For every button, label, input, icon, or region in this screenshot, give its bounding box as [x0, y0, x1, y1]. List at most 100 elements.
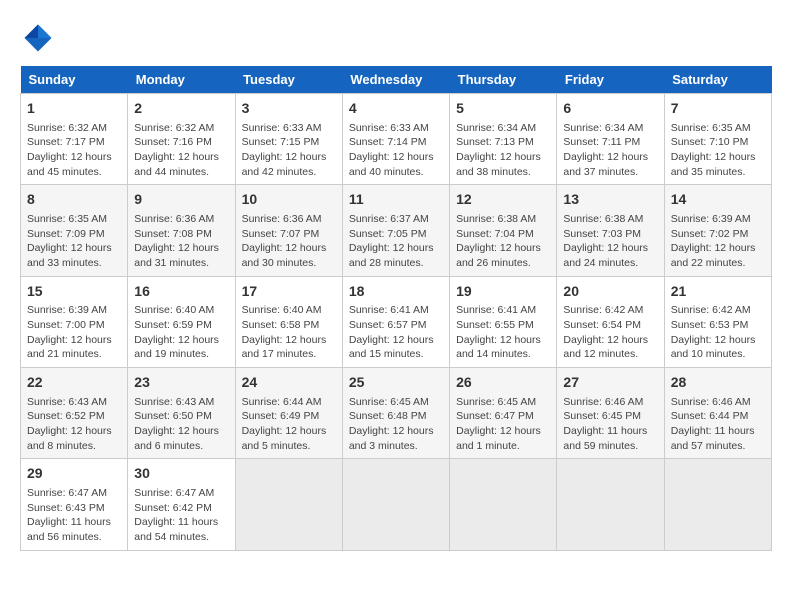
calendar-day: 16Sunrise: 6:40 AMSunset: 6:59 PMDayligh…	[128, 276, 235, 367]
day-info: Sunrise: 6:36 AMSunset: 7:07 PMDaylight:…	[242, 212, 336, 271]
header-monday: Monday	[128, 66, 235, 94]
day-info: Sunrise: 6:43 AMSunset: 6:52 PMDaylight:…	[27, 395, 121, 454]
day-number: 18	[349, 282, 443, 302]
day-info: Sunrise: 6:40 AMSunset: 6:58 PMDaylight:…	[242, 303, 336, 362]
day-info: Sunrise: 6:45 AMSunset: 6:48 PMDaylight:…	[349, 395, 443, 454]
day-number: 11	[349, 190, 443, 210]
header-saturday: Saturday	[664, 66, 771, 94]
day-info: Sunrise: 6:45 AMSunset: 6:47 PMDaylight:…	[456, 395, 550, 454]
day-number: 24	[242, 373, 336, 393]
calendar-day: 4Sunrise: 6:33 AMSunset: 7:14 PMDaylight…	[342, 94, 449, 185]
day-number: 1	[27, 99, 121, 119]
calendar-day: 11Sunrise: 6:37 AMSunset: 7:05 PMDayligh…	[342, 185, 449, 276]
day-info: Sunrise: 6:42 AMSunset: 6:53 PMDaylight:…	[671, 303, 765, 362]
calendar-week-2: 8Sunrise: 6:35 AMSunset: 7:09 PMDaylight…	[21, 185, 772, 276]
calendar-day: 18Sunrise: 6:41 AMSunset: 6:57 PMDayligh…	[342, 276, 449, 367]
day-info: Sunrise: 6:47 AMSunset: 6:42 PMDaylight:…	[134, 486, 228, 545]
day-number: 2	[134, 99, 228, 119]
day-info: Sunrise: 6:43 AMSunset: 6:50 PMDaylight:…	[134, 395, 228, 454]
day-number: 5	[456, 99, 550, 119]
calendar-day	[557, 459, 664, 550]
header-wednesday: Wednesday	[342, 66, 449, 94]
calendar-day: 8Sunrise: 6:35 AMSunset: 7:09 PMDaylight…	[21, 185, 128, 276]
day-number: 20	[563, 282, 657, 302]
day-info: Sunrise: 6:39 AMSunset: 7:02 PMDaylight:…	[671, 212, 765, 271]
day-number: 13	[563, 190, 657, 210]
day-info: Sunrise: 6:36 AMSunset: 7:08 PMDaylight:…	[134, 212, 228, 271]
day-info: Sunrise: 6:38 AMSunset: 7:03 PMDaylight:…	[563, 212, 657, 271]
calendar-header-row: SundayMondayTuesdayWednesdayThursdayFrid…	[21, 66, 772, 94]
header-friday: Friday	[557, 66, 664, 94]
calendar-day: 13Sunrise: 6:38 AMSunset: 7:03 PMDayligh…	[557, 185, 664, 276]
day-info: Sunrise: 6:39 AMSunset: 7:00 PMDaylight:…	[27, 303, 121, 362]
calendar-day	[664, 459, 771, 550]
day-number: 27	[563, 373, 657, 393]
day-number: 8	[27, 190, 121, 210]
calendar-day	[235, 459, 342, 550]
calendar-day	[450, 459, 557, 550]
calendar-day: 22Sunrise: 6:43 AMSunset: 6:52 PMDayligh…	[21, 368, 128, 459]
day-info: Sunrise: 6:44 AMSunset: 6:49 PMDaylight:…	[242, 395, 336, 454]
day-number: 9	[134, 190, 228, 210]
calendar-week-4: 22Sunrise: 6:43 AMSunset: 6:52 PMDayligh…	[21, 368, 772, 459]
calendar-day: 12Sunrise: 6:38 AMSunset: 7:04 PMDayligh…	[450, 185, 557, 276]
day-number: 28	[671, 373, 765, 393]
day-number: 7	[671, 99, 765, 119]
calendar-day: 29Sunrise: 6:47 AMSunset: 6:43 PMDayligh…	[21, 459, 128, 550]
header-tuesday: Tuesday	[235, 66, 342, 94]
day-info: Sunrise: 6:41 AMSunset: 6:55 PMDaylight:…	[456, 303, 550, 362]
day-number: 3	[242, 99, 336, 119]
calendar-day: 25Sunrise: 6:45 AMSunset: 6:48 PMDayligh…	[342, 368, 449, 459]
calendar-day: 27Sunrise: 6:46 AMSunset: 6:45 PMDayligh…	[557, 368, 664, 459]
calendar-day: 1Sunrise: 6:32 AMSunset: 7:17 PMDaylight…	[21, 94, 128, 185]
day-number: 10	[242, 190, 336, 210]
calendar-day: 15Sunrise: 6:39 AMSunset: 7:00 PMDayligh…	[21, 276, 128, 367]
day-number: 16	[134, 282, 228, 302]
day-number: 19	[456, 282, 550, 302]
day-number: 25	[349, 373, 443, 393]
header-thursday: Thursday	[450, 66, 557, 94]
calendar-day: 21Sunrise: 6:42 AMSunset: 6:53 PMDayligh…	[664, 276, 771, 367]
calendar-day: 7Sunrise: 6:35 AMSunset: 7:10 PMDaylight…	[664, 94, 771, 185]
day-info: Sunrise: 6:33 AMSunset: 7:14 PMDaylight:…	[349, 121, 443, 180]
day-info: Sunrise: 6:41 AMSunset: 6:57 PMDaylight:…	[349, 303, 443, 362]
calendar-week-5: 29Sunrise: 6:47 AMSunset: 6:43 PMDayligh…	[21, 459, 772, 550]
calendar-day: 6Sunrise: 6:34 AMSunset: 7:11 PMDaylight…	[557, 94, 664, 185]
day-info: Sunrise: 6:33 AMSunset: 7:15 PMDaylight:…	[242, 121, 336, 180]
calendar-day: 19Sunrise: 6:41 AMSunset: 6:55 PMDayligh…	[450, 276, 557, 367]
day-number: 29	[27, 464, 121, 484]
calendar-day: 28Sunrise: 6:46 AMSunset: 6:44 PMDayligh…	[664, 368, 771, 459]
calendar-day: 3Sunrise: 6:33 AMSunset: 7:15 PMDaylight…	[235, 94, 342, 185]
logo-icon	[20, 20, 56, 56]
header-sunday: Sunday	[21, 66, 128, 94]
day-info: Sunrise: 6:37 AMSunset: 7:05 PMDaylight:…	[349, 212, 443, 271]
day-info: Sunrise: 6:35 AMSunset: 7:10 PMDaylight:…	[671, 121, 765, 180]
calendar-day: 14Sunrise: 6:39 AMSunset: 7:02 PMDayligh…	[664, 185, 771, 276]
calendar-day: 30Sunrise: 6:47 AMSunset: 6:42 PMDayligh…	[128, 459, 235, 550]
day-info: Sunrise: 6:35 AMSunset: 7:09 PMDaylight:…	[27, 212, 121, 271]
day-info: Sunrise: 6:47 AMSunset: 6:43 PMDaylight:…	[27, 486, 121, 545]
day-number: 4	[349, 99, 443, 119]
day-number: 26	[456, 373, 550, 393]
day-info: Sunrise: 6:32 AMSunset: 7:16 PMDaylight:…	[134, 121, 228, 180]
day-number: 22	[27, 373, 121, 393]
day-number: 15	[27, 282, 121, 302]
day-info: Sunrise: 6:34 AMSunset: 7:11 PMDaylight:…	[563, 121, 657, 180]
calendar-day: 26Sunrise: 6:45 AMSunset: 6:47 PMDayligh…	[450, 368, 557, 459]
calendar-day: 23Sunrise: 6:43 AMSunset: 6:50 PMDayligh…	[128, 368, 235, 459]
calendar-day: 10Sunrise: 6:36 AMSunset: 7:07 PMDayligh…	[235, 185, 342, 276]
calendar-table: SundayMondayTuesdayWednesdayThursdayFrid…	[20, 66, 772, 551]
day-info: Sunrise: 6:38 AMSunset: 7:04 PMDaylight:…	[456, 212, 550, 271]
calendar-day: 24Sunrise: 6:44 AMSunset: 6:49 PMDayligh…	[235, 368, 342, 459]
day-info: Sunrise: 6:46 AMSunset: 6:44 PMDaylight:…	[671, 395, 765, 454]
logo	[20, 20, 60, 56]
calendar-day: 20Sunrise: 6:42 AMSunset: 6:54 PMDayligh…	[557, 276, 664, 367]
calendar-day: 9Sunrise: 6:36 AMSunset: 7:08 PMDaylight…	[128, 185, 235, 276]
calendar-day	[342, 459, 449, 550]
day-number: 6	[563, 99, 657, 119]
day-info: Sunrise: 6:34 AMSunset: 7:13 PMDaylight:…	[456, 121, 550, 180]
page-header	[20, 20, 772, 56]
day-number: 21	[671, 282, 765, 302]
day-info: Sunrise: 6:42 AMSunset: 6:54 PMDaylight:…	[563, 303, 657, 362]
day-info: Sunrise: 6:40 AMSunset: 6:59 PMDaylight:…	[134, 303, 228, 362]
